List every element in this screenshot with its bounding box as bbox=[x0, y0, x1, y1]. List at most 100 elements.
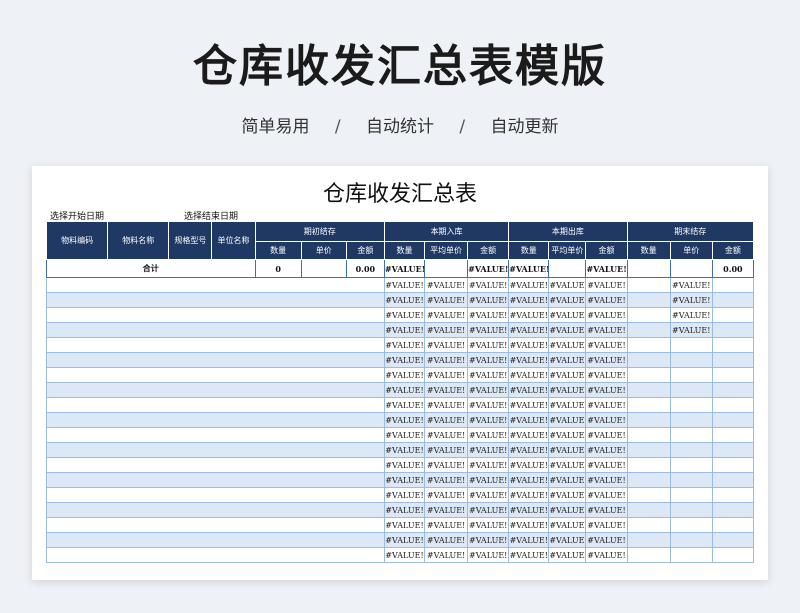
row-blank-cells[interactable] bbox=[46, 322, 385, 338]
in-qty-cell[interactable]: #VALUE! bbox=[383, 472, 426, 488]
total-out-qty[interactable]: #VALUE! bbox=[508, 259, 550, 278]
closing-amount-cell[interactable] bbox=[711, 532, 755, 548]
out-avg-price-cell[interactable]: #VALUE! bbox=[548, 367, 587, 383]
out-qty-cell[interactable]: #VALUE! bbox=[508, 292, 550, 308]
in-avg-price-cell[interactable]: #VALUE! bbox=[424, 502, 469, 518]
out-qty-cell[interactable]: #VALUE! bbox=[508, 337, 550, 353]
closing-amount-cell[interactable] bbox=[711, 382, 755, 398]
in-qty-cell[interactable]: #VALUE! bbox=[383, 547, 426, 563]
in-avg-price-cell[interactable]: #VALUE! bbox=[424, 472, 469, 488]
closing-price-cell[interactable] bbox=[669, 367, 713, 383]
closing-amount-cell[interactable] bbox=[711, 307, 755, 323]
out-amount-cell[interactable]: #VALUE! bbox=[585, 442, 628, 458]
out-amount-cell[interactable]: #VALUE! bbox=[585, 457, 628, 473]
in-avg-price-cell[interactable]: #VALUE! bbox=[424, 337, 469, 353]
total-out-avg-price[interactable] bbox=[548, 259, 587, 278]
in-amount-cell[interactable]: #VALUE! bbox=[467, 277, 510, 293]
closing-qty-cell[interactable] bbox=[626, 442, 671, 458]
out-avg-price-cell[interactable]: #VALUE! bbox=[548, 532, 587, 548]
in-qty-cell[interactable]: #VALUE! bbox=[383, 427, 426, 443]
total-closing-amount[interactable]: 0.00 bbox=[711, 259, 755, 278]
row-blank-cells[interactable] bbox=[46, 502, 385, 518]
row-blank-cells[interactable] bbox=[46, 397, 385, 413]
in-amount-cell[interactable]: #VALUE! bbox=[467, 427, 510, 443]
closing-price-cell[interactable]: #VALUE! bbox=[669, 322, 713, 338]
in-amount-cell[interactable]: #VALUE! bbox=[467, 532, 510, 548]
closing-qty-cell[interactable] bbox=[626, 307, 671, 323]
closing-amount-cell[interactable] bbox=[711, 277, 755, 293]
in-amount-cell[interactable]: #VALUE! bbox=[467, 337, 510, 353]
in-qty-cell[interactable]: #VALUE! bbox=[383, 307, 426, 323]
closing-price-cell[interactable] bbox=[669, 457, 713, 473]
row-blank-cells[interactable] bbox=[46, 517, 385, 533]
in-avg-price-cell[interactable]: #VALUE! bbox=[424, 382, 469, 398]
out-qty-cell[interactable]: #VALUE! bbox=[508, 442, 550, 458]
in-qty-cell[interactable]: #VALUE! bbox=[383, 502, 426, 518]
closing-qty-cell[interactable] bbox=[626, 397, 671, 413]
in-amount-cell[interactable]: #VALUE! bbox=[467, 307, 510, 323]
row-blank-cells[interactable] bbox=[46, 367, 385, 383]
total-in-qty[interactable]: #VALUE! bbox=[383, 259, 426, 278]
out-qty-cell[interactable]: #VALUE! bbox=[508, 532, 550, 548]
out-amount-cell[interactable]: #VALUE! bbox=[585, 292, 628, 308]
row-blank-cells[interactable] bbox=[46, 292, 385, 308]
closing-price-cell[interactable]: #VALUE! bbox=[669, 277, 713, 293]
closing-price-cell[interactable] bbox=[669, 337, 713, 353]
row-blank-cells[interactable] bbox=[46, 457, 385, 473]
out-amount-cell[interactable]: #VALUE! bbox=[585, 427, 628, 443]
closing-amount-cell[interactable] bbox=[711, 457, 755, 473]
in-amount-cell[interactable]: #VALUE! bbox=[467, 382, 510, 398]
out-qty-cell[interactable]: #VALUE! bbox=[508, 367, 550, 383]
in-qty-cell[interactable]: #VALUE! bbox=[383, 532, 426, 548]
out-avg-price-cell[interactable]: #VALUE! bbox=[548, 487, 587, 503]
closing-amount-cell[interactable] bbox=[711, 547, 755, 563]
in-avg-price-cell[interactable]: #VALUE! bbox=[424, 397, 469, 413]
out-qty-cell[interactable]: #VALUE! bbox=[508, 457, 550, 473]
in-qty-cell[interactable]: #VALUE! bbox=[383, 517, 426, 533]
in-avg-price-cell[interactable]: #VALUE! bbox=[424, 367, 469, 383]
in-qty-cell[interactable]: #VALUE! bbox=[383, 367, 426, 383]
row-blank-cells[interactable] bbox=[46, 307, 385, 323]
closing-qty-cell[interactable] bbox=[626, 472, 671, 488]
closing-amount-cell[interactable] bbox=[711, 397, 755, 413]
closing-amount-cell[interactable] bbox=[711, 502, 755, 518]
closing-price-cell[interactable] bbox=[669, 442, 713, 458]
out-avg-price-cell[interactable]: #VALUE! bbox=[548, 352, 587, 368]
in-avg-price-cell[interactable]: #VALUE! bbox=[424, 307, 469, 323]
in-amount-cell[interactable]: #VALUE! bbox=[467, 547, 510, 563]
out-amount-cell[interactable]: #VALUE! bbox=[585, 517, 628, 533]
in-amount-cell[interactable]: #VALUE! bbox=[467, 412, 510, 428]
closing-amount-cell[interactable] bbox=[711, 487, 755, 503]
closing-amount-cell[interactable] bbox=[711, 442, 755, 458]
in-qty-cell[interactable]: #VALUE! bbox=[383, 487, 426, 503]
in-avg-price-cell[interactable]: #VALUE! bbox=[424, 352, 469, 368]
out-qty-cell[interactable]: #VALUE! bbox=[508, 502, 550, 518]
out-amount-cell[interactable]: #VALUE! bbox=[585, 397, 628, 413]
closing-amount-cell[interactable] bbox=[711, 292, 755, 308]
in-amount-cell[interactable]: #VALUE! bbox=[467, 502, 510, 518]
out-amount-cell[interactable]: #VALUE! bbox=[585, 307, 628, 323]
in-qty-cell[interactable]: #VALUE! bbox=[383, 277, 426, 293]
out-avg-price-cell[interactable]: #VALUE! bbox=[548, 427, 587, 443]
row-blank-cells[interactable] bbox=[46, 382, 385, 398]
closing-amount-cell[interactable] bbox=[711, 472, 755, 488]
closing-price-cell[interactable] bbox=[669, 487, 713, 503]
in-amount-cell[interactable]: #VALUE! bbox=[467, 292, 510, 308]
in-avg-price-cell[interactable]: #VALUE! bbox=[424, 442, 469, 458]
closing-amount-cell[interactable] bbox=[711, 517, 755, 533]
out-amount-cell[interactable]: #VALUE! bbox=[585, 367, 628, 383]
in-avg-price-cell[interactable]: #VALUE! bbox=[424, 457, 469, 473]
in-amount-cell[interactable]: #VALUE! bbox=[467, 322, 510, 338]
closing-price-cell[interactable] bbox=[669, 517, 713, 533]
out-avg-price-cell[interactable]: #VALUE! bbox=[548, 412, 587, 428]
closing-qty-cell[interactable] bbox=[626, 277, 671, 293]
in-qty-cell[interactable]: #VALUE! bbox=[383, 382, 426, 398]
out-avg-price-cell[interactable]: #VALUE! bbox=[548, 442, 587, 458]
closing-qty-cell[interactable] bbox=[626, 487, 671, 503]
total-opening-price[interactable] bbox=[300, 259, 347, 278]
row-blank-cells[interactable] bbox=[46, 532, 385, 548]
in-amount-cell[interactable]: #VALUE! bbox=[467, 517, 510, 533]
out-amount-cell[interactable]: #VALUE! bbox=[585, 382, 628, 398]
closing-qty-cell[interactable] bbox=[626, 517, 671, 533]
out-qty-cell[interactable]: #VALUE! bbox=[508, 547, 550, 563]
